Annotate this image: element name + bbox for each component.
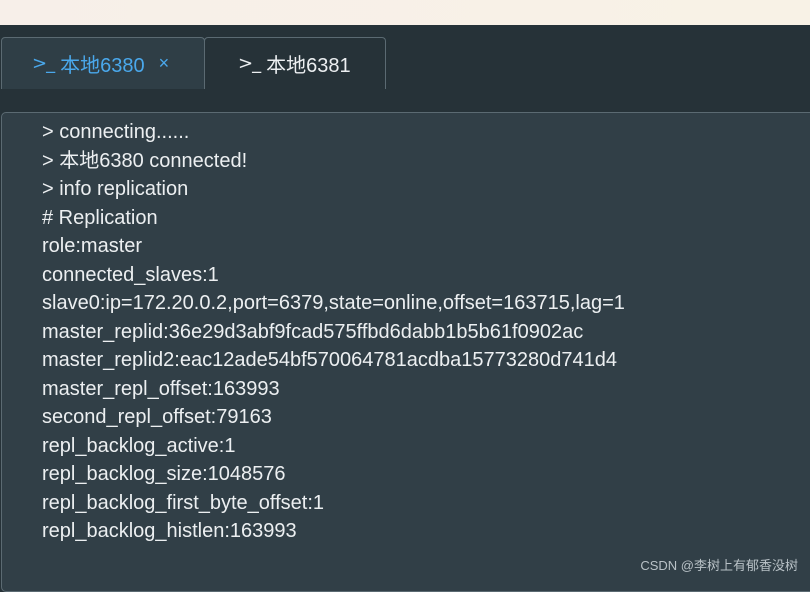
terminal-output-panel[interactable]: > connecting...... > 本地6380 connected! >…	[1, 112, 810, 592]
tab-bar: >_ 本地6380 × >_ 本地6381	[0, 25, 810, 90]
terminal-line: # Replication	[42, 206, 158, 229]
watermark: CSDN @李树上有郁香没树	[640, 558, 798, 573]
terminal-line: master_replid:36e29d3abf9fcad575ffbd6dab…	[42, 320, 584, 343]
tab-local-6380[interactable]: >_ 本地6380 ×	[1, 37, 205, 89]
terminal-prompt-icon: >_	[238, 53, 261, 74]
terminal-prompt-icon: >_	[32, 53, 55, 74]
terminal-line: connected_slaves:1	[42, 263, 219, 286]
terminal-lines: > connecting...... > 本地6380 connected! >…	[42, 118, 625, 546]
window-top-strip	[0, 0, 810, 25]
tab-label: 本地6381	[266, 55, 351, 77]
terminal-line: > info replication	[42, 178, 189, 200]
terminal-line: second_repl_offset:79163	[42, 406, 272, 428]
terminal-line: slave0:ip=172.20.0.2,port=6379,state=onl…	[42, 292, 625, 314]
terminal-line: > connecting......	[42, 121, 190, 143]
tab-local-6381[interactable]: >_ 本地6381	[204, 37, 386, 89]
terminal-line: > 本地6380 connected!	[42, 149, 248, 172]
terminal-line: repl_backlog_size:1048576	[42, 463, 286, 485]
terminal-line: repl_backlog_first_byte_offset:1	[42, 491, 325, 514]
terminal-line: repl_backlog_histlen:163993	[42, 520, 297, 542]
terminal-line: master_replid2:eac12ade54bf570064781acdb…	[42, 349, 617, 371]
terminal-line: repl_backlog_active:1	[42, 434, 236, 457]
tab-label: 本地6380	[60, 55, 145, 77]
close-icon[interactable]: ×	[159, 53, 170, 74]
terminal-line: master_repl_offset:163993	[42, 377, 280, 400]
terminal-line: role:master	[42, 235, 143, 257]
